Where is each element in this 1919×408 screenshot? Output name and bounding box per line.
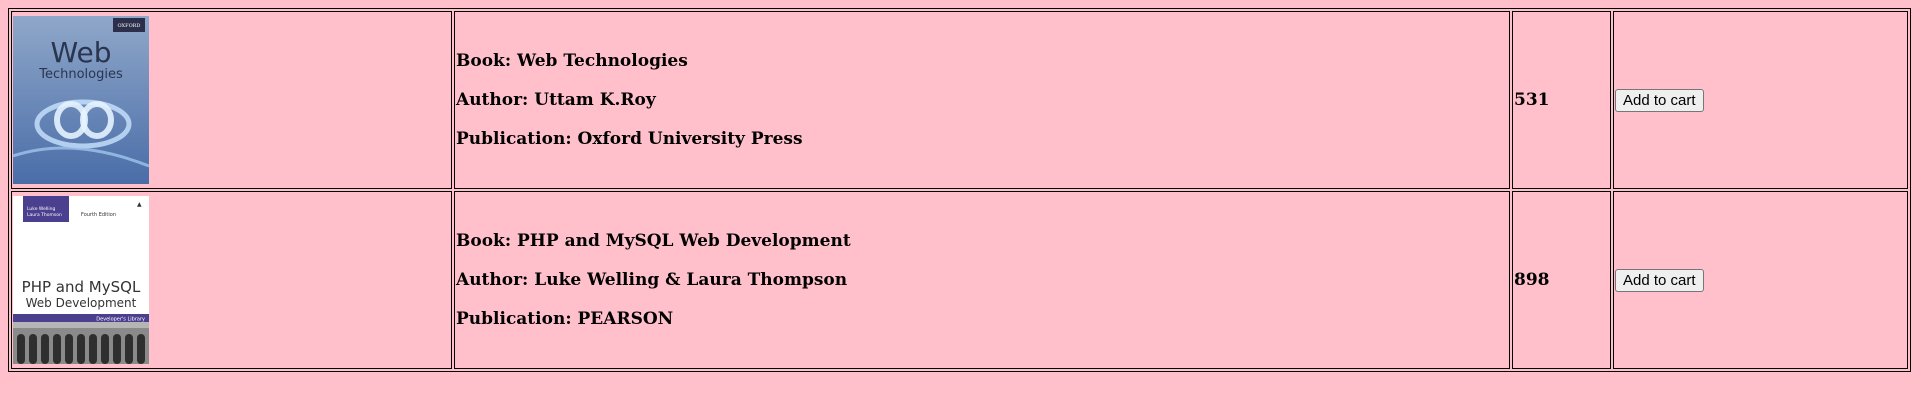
cover-title-line2: Web Development xyxy=(26,296,137,310)
book-publication: Publication: PEARSON xyxy=(456,308,674,329)
cover-series: Developer's Library xyxy=(96,317,145,323)
svg-text:▲: ▲ xyxy=(137,201,142,208)
svg-text:Luke Welling: Luke Welling xyxy=(27,206,55,212)
book-price: 531 xyxy=(1512,11,1611,189)
book-author: Author: Luke Welling & Laura Thompson xyxy=(456,269,848,290)
cover-title-line1: PHP and MySQL xyxy=(22,278,141,296)
book-cover-php-mysql: Luke Welling Laura Thomson Fourth Editio… xyxy=(13,196,149,364)
cover-publisher-badge: OXFORD xyxy=(118,23,141,29)
action-cell: Add to cart xyxy=(1613,191,1908,369)
cover-edition: Fourth Edition xyxy=(81,212,116,218)
book-info-cell: Book: PHP and MySQL Web Development Auth… xyxy=(454,191,1510,369)
book-info-cell: Book: Web Technologies Author: Uttam K.R… xyxy=(454,11,1510,189)
cover-cell: OXFORD Web Technologies xyxy=(11,11,452,189)
table-row: OXFORD Web Technologies Book: Web Techno… xyxy=(11,11,1908,189)
add-to-cart-button[interactable]: Add to cart xyxy=(1615,88,1704,112)
svg-text:Laura Thomson: Laura Thomson xyxy=(27,212,62,218)
book-cover-web-technologies: OXFORD Web Technologies xyxy=(13,16,149,184)
action-cell: Add to cart xyxy=(1613,11,1908,189)
cover-title-line1: Web xyxy=(50,36,111,69)
books-table-frame: OXFORD Web Technologies Book: Web Techno… xyxy=(8,8,1911,372)
cover-title-line2: Technologies xyxy=(38,67,123,82)
add-to-cart-button[interactable]: Add to cart xyxy=(1615,268,1704,292)
book-title: Book: PHP and MySQL Web Development xyxy=(456,230,851,251)
table-row: Luke Welling Laura Thomson Fourth Editio… xyxy=(11,191,1908,369)
cover-cell: Luke Welling Laura Thomson Fourth Editio… xyxy=(11,191,452,369)
books-table: OXFORD Web Technologies Book: Web Techno… xyxy=(9,9,1910,371)
book-author: Author: Uttam K.Roy xyxy=(456,89,656,110)
book-publication: Publication: Oxford University Press xyxy=(456,128,803,149)
book-title: Book: Web Technologies xyxy=(456,50,688,71)
book-price: 898 xyxy=(1512,191,1611,369)
